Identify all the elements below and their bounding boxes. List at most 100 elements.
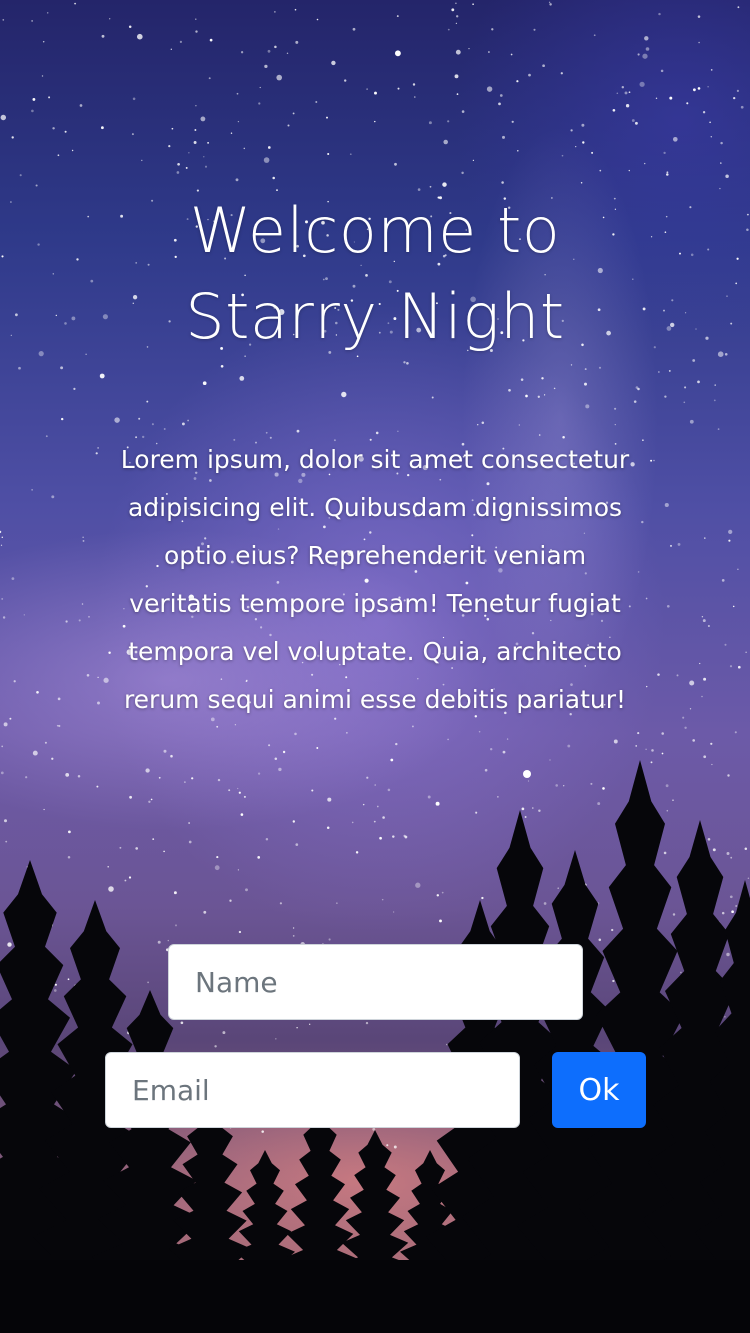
star <box>328 938 331 941</box>
star <box>721 911 725 915</box>
star <box>548 1 551 4</box>
star <box>152 838 155 840</box>
star <box>207 142 209 144</box>
star <box>374 784 376 786</box>
star <box>25 776 28 779</box>
star <box>336 902 338 904</box>
star <box>645 47 650 51</box>
star <box>726 952 730 957</box>
name-input[interactable] <box>168 944 583 1020</box>
star <box>735 905 738 907</box>
star <box>481 896 484 900</box>
star <box>131 133 134 136</box>
star <box>341 391 347 398</box>
star <box>560 72 563 75</box>
star <box>621 86 624 89</box>
star <box>374 120 376 123</box>
star <box>382 816 385 819</box>
star <box>101 34 105 38</box>
star <box>42 40 45 43</box>
star <box>614 423 616 426</box>
star <box>193 141 197 144</box>
star <box>181 422 185 426</box>
star <box>129 795 133 799</box>
star <box>744 847 748 850</box>
star <box>96 785 99 788</box>
star <box>82 536 84 538</box>
star <box>590 782 593 785</box>
star <box>65 620 68 623</box>
star <box>97 676 99 679</box>
star <box>637 387 640 391</box>
star <box>64 130 67 133</box>
star <box>230 132 233 134</box>
star <box>468 47 470 50</box>
star <box>276 74 283 81</box>
star <box>435 801 440 806</box>
pine-trees-silhouette <box>0 760 750 1333</box>
star <box>549 3 552 6</box>
star <box>731 910 734 914</box>
star <box>170 754 173 758</box>
star <box>68 830 71 834</box>
star <box>454 74 459 79</box>
star <box>373 820 376 823</box>
star <box>646 685 648 688</box>
star <box>541 377 544 380</box>
star <box>2 616 6 619</box>
star <box>101 126 104 130</box>
star <box>660 69 664 73</box>
star <box>518 424 520 426</box>
star <box>666 171 669 174</box>
ok-button[interactable]: Ok <box>552 1052 646 1128</box>
star <box>79 104 83 107</box>
star <box>158 776 161 779</box>
star <box>544 394 546 396</box>
star <box>315 101 318 103</box>
star <box>474 811 478 814</box>
description-text: Lorem ipsum, dolor sit amet consectetur … <box>120 445 630 714</box>
star <box>412 83 416 86</box>
star <box>148 800 151 803</box>
star <box>32 750 38 756</box>
star <box>613 739 618 744</box>
star <box>397 87 400 90</box>
star <box>151 423 154 426</box>
star <box>455 2 457 5</box>
star <box>5 840 8 843</box>
star <box>714 384 716 386</box>
star <box>730 856 733 859</box>
star <box>666 604 670 608</box>
star <box>644 36 649 41</box>
star <box>732 605 735 608</box>
star <box>74 2 77 5</box>
star <box>13 680 16 683</box>
star <box>287 124 290 127</box>
star <box>295 40 299 44</box>
star <box>119 846 122 849</box>
star <box>747 877 750 879</box>
star <box>737 665 741 669</box>
star <box>712 848 716 852</box>
star <box>497 796 499 798</box>
star <box>584 382 587 386</box>
star <box>208 77 211 80</box>
star <box>666 173 669 176</box>
star <box>510 53 513 56</box>
star <box>176 171 180 174</box>
star <box>633 400 637 403</box>
star <box>641 520 644 524</box>
star <box>292 112 295 115</box>
star <box>326 826 330 829</box>
star <box>713 399 716 402</box>
star <box>167 939 169 942</box>
star <box>114 417 120 423</box>
star <box>103 677 109 683</box>
email-input[interactable] <box>105 1052 520 1128</box>
star <box>734 731 737 734</box>
star <box>555 784 558 787</box>
star <box>229 899 232 902</box>
star <box>441 891 444 894</box>
star <box>259 86 261 89</box>
star <box>278 767 282 772</box>
